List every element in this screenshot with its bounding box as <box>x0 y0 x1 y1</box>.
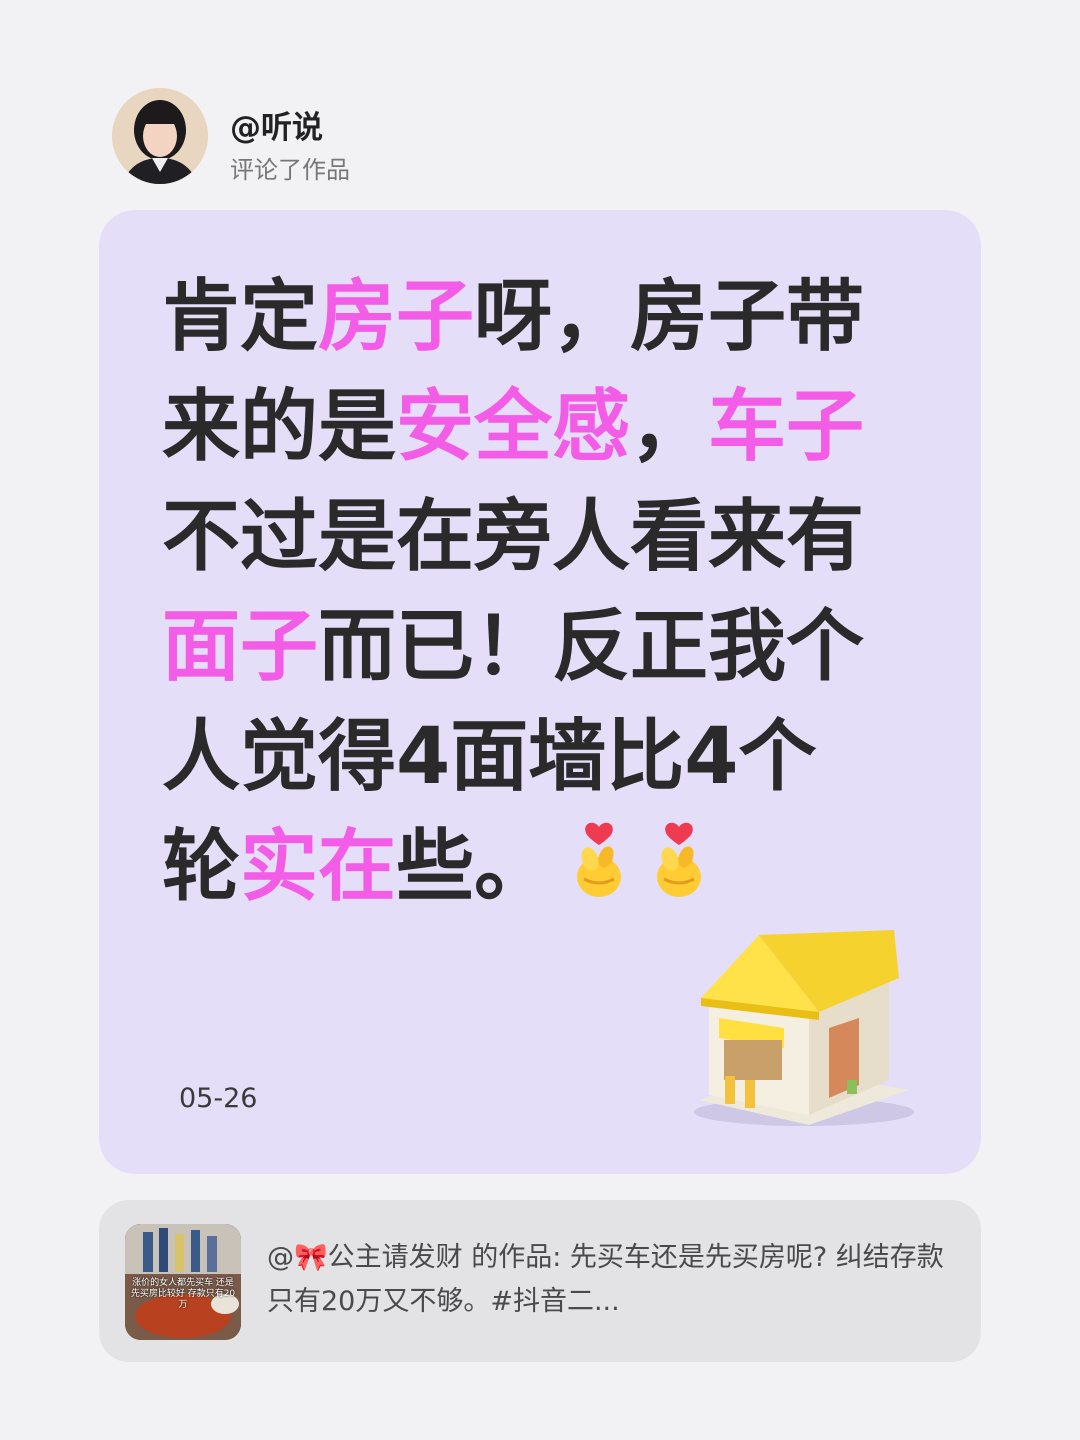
highlighted-text: 实在 <box>240 822 397 912</box>
action-text: 评论了作品 <box>230 156 350 184</box>
avatar[interactable] <box>112 88 208 184</box>
highlighted-text: 车子 <box>708 382 865 472</box>
house-illustration <box>689 930 919 1134</box>
comment-text-segment: 些。 <box>396 822 553 912</box>
highlighted-text: 安全感 <box>396 382 631 472</box>
username[interactable]: @听说 <box>230 102 323 147</box>
comment-date: 05-26 <box>179 1083 258 1114</box>
referenced-post-card[interactable]: 涨价的女人都先买车 还是先买房比较好 存款只有20万 @🎀公主请发财 的作品: … <box>99 1200 981 1362</box>
highlighted-text: 房子 <box>318 272 475 362</box>
referenced-post-text[interactable]: @🎀公主请发财 的作品: 先买车还是先买房呢? 纠结存款只有20万又不够。#抖音… <box>267 1236 947 1324</box>
finger-heart-icon <box>646 820 712 930</box>
comment-text-segment: 不过是在旁人看来有 <box>162 492 865 582</box>
comment-text-segment: ， <box>630 382 709 472</box>
finger-heart-icon <box>566 820 632 930</box>
highlighted-text: 面子 <box>162 602 319 692</box>
post-thumbnail[interactable]: 涨价的女人都先买车 还是先买房比较好 存款只有20万 <box>125 1224 241 1340</box>
comment-text-segment: 肯定 <box>162 272 319 362</box>
comment-card: 肯定房子呀，房子带来的是安全感，车子不过是在旁人看来有面子而已！反正我个人觉得4… <box>99 210 981 1174</box>
comment-text: 肯定房子呀，房子带来的是安全感，车子不过是在旁人看来有面子而已！反正我个人觉得4… <box>162 262 882 930</box>
thumbnail-caption: 涨价的女人都先买车 还是先买房比较好 存款只有20万 <box>130 1278 236 1310</box>
comment-header: @听说 评论了作品 <box>112 88 712 188</box>
